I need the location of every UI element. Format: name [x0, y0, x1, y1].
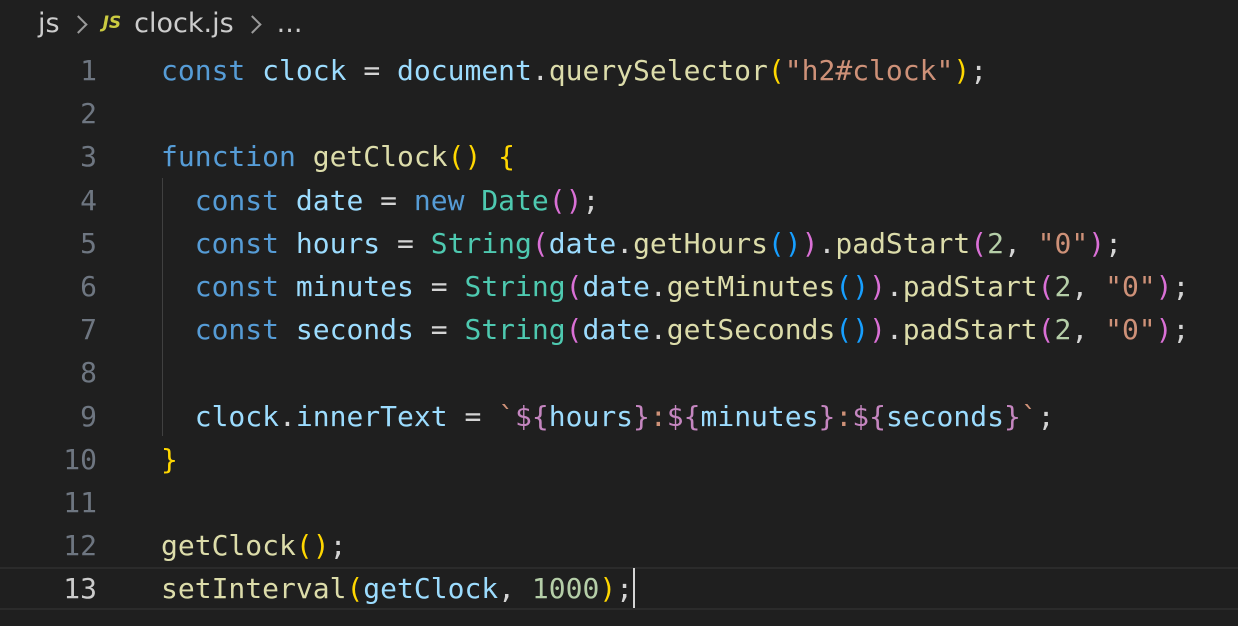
- text-cursor: [633, 568, 636, 609]
- code-line[interactable]: 7 const seconds = String(date.getSeconds…: [0, 308, 1238, 351]
- code-line[interactable]: 12 getClock();: [0, 524, 1238, 567]
- chevron-right-icon: [242, 14, 262, 34]
- line-code[interactable]: function getClock() {: [161, 135, 1238, 178]
- breadcrumb: js JS clock.js ...: [0, 0, 302, 46]
- line-number: 1: [80, 54, 97, 87]
- line-code[interactable]: const minutes = String(date.getMinutes()…: [161, 265, 1238, 308]
- code-line[interactable]: 4 const date = new Date();: [0, 179, 1238, 222]
- code-line[interactable]: 8: [0, 351, 1238, 394]
- code-line[interactable]: 3 function getClock() {: [0, 135, 1238, 178]
- line-number: 13: [63, 572, 97, 606]
- code-line[interactable]: 9 clock.innerText = `${hours}:${minutes}…: [0, 395, 1238, 438]
- line-number: 3: [80, 140, 97, 174]
- line-number: 11: [63, 485, 97, 519]
- line-number: 6: [80, 269, 97, 303]
- line-number: 12: [63, 529, 97, 563]
- code-line[interactable]: 1 const clock = document.querySelector("h…: [0, 49, 1238, 92]
- line-number: 2: [80, 97, 97, 131]
- line-code[interactable]: const date = new Date();: [161, 179, 1238, 222]
- line-code[interactable]: const clock = document.querySelector("h2…: [161, 49, 1238, 92]
- javascript-file-icon: JS: [102, 13, 122, 33]
- breadcrumb-folder[interactable]: js: [38, 8, 60, 39]
- line-number: 8: [80, 356, 97, 390]
- breadcrumb-file[interactable]: clock.js: [134, 8, 234, 39]
- line-number: 4: [80, 183, 97, 217]
- code-line[interactable]: 11: [0, 481, 1238, 524]
- line-code[interactable]: setInterval(getClock, 1000);: [161, 568, 1238, 610]
- line-code[interactable]: const seconds = String(date.getSeconds()…: [161, 308, 1238, 351]
- line-code[interactable]: getClock();: [161, 524, 1238, 567]
- code-line[interactable]: 10}: [0, 438, 1238, 481]
- code-area[interactable]: 1 const clock = document.querySelector("h…: [0, 49, 1238, 611]
- line-number: 5: [80, 226, 97, 260]
- line-number: 7: [80, 313, 97, 347]
- code-editor[interactable]: js JS clock.js ... 1 const clock = docume…: [0, 0, 1238, 626]
- line-number: 9: [80, 399, 97, 433]
- code-line[interactable]: 13 setInterval(getClock, 1000);: [0, 567, 1238, 611]
- line-code[interactable]: }: [161, 438, 1238, 481]
- code-line[interactable]: 6 const minutes = String(date.getMinutes…: [0, 265, 1238, 308]
- breadcrumb-symbols[interactable]: ...: [277, 8, 303, 39]
- chevron-right-icon: [68, 14, 88, 34]
- line-code[interactable]: clock.innerText = `${hours}:${minutes}:$…: [161, 395, 1238, 438]
- code-line[interactable]: 5 const hours = String(date.getHours()).…: [0, 222, 1238, 265]
- line-code[interactable]: const hours = String(date.getHours()).pa…: [161, 222, 1238, 265]
- line-number: 10: [63, 442, 97, 476]
- code-line[interactable]: 2: [0, 92, 1238, 135]
